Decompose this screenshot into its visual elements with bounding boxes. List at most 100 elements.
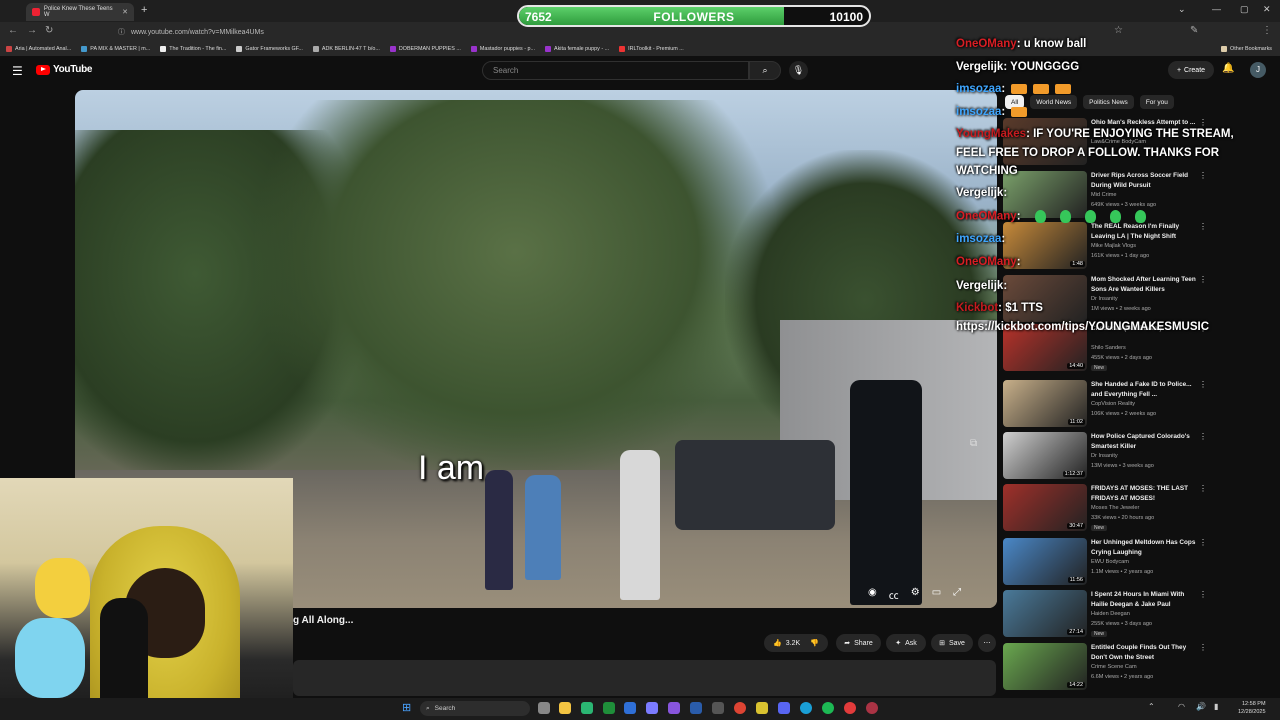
settings-gear-icon[interactable]: ⚙	[911, 587, 920, 602]
chevron-down-icon[interactable]: ⌄	[1178, 4, 1186, 15]
search-button[interactable]: ⌕	[749, 61, 781, 80]
video-thumbnail[interactable]: 11:02	[1003, 380, 1087, 427]
recommended-video-title[interactable]: I Spent 24 Hours In Miami With Hailie De…	[1091, 590, 1201, 609]
video-thumbnail[interactable]: 1:12:37	[1003, 432, 1087, 479]
recommended-video[interactable]: 27:14 I Spent 24 Hours In Miami With Hail…	[1003, 590, 1213, 638]
app-icon[interactable]	[866, 702, 878, 714]
close-window-button[interactable]: ✕	[1263, 4, 1271, 15]
chat-message: imsozaa:	[956, 233, 1005, 245]
system-clock[interactable]: 12:58 PM 12/28/2025	[1238, 700, 1266, 717]
chat-text: :	[1016, 256, 1021, 268]
battery-icon[interactable]: ▮	[1214, 702, 1218, 711]
miniplayer-icon[interactable]: ⧉	[970, 438, 977, 449]
extensions-icon[interactable]: ✎	[1190, 25, 1198, 36]
autoplay-toggle-icon[interactable]: ◉	[868, 587, 877, 602]
bookmark-item[interactable]: Akita female puppy - ...	[545, 46, 609, 52]
app-icon[interactable]	[624, 702, 636, 714]
reload-icon[interactable]: ↻	[45, 25, 53, 36]
video-thumbnail[interactable]: 27:14	[1003, 590, 1087, 637]
more-actions-button[interactable]: ⋯	[978, 634, 996, 652]
app-icon[interactable]	[581, 702, 593, 714]
bookmark-item[interactable]: The Tradition - The fin...	[160, 46, 226, 52]
bookmark-item[interactable]: Gator Frameworks GF...	[236, 46, 303, 52]
recommended-video-title[interactable]: She Handed a Fake ID to Police... and Ev…	[1091, 380, 1201, 399]
discord-icon[interactable]	[778, 702, 790, 714]
video-thumbnail[interactable]: 14:22	[1003, 643, 1087, 690]
bookmark-item[interactable]: DOBERMAN PUPPIES ...	[389, 46, 461, 52]
close-tab-icon[interactable]: ✕	[122, 8, 128, 16]
recommended-video[interactable]: 30:47 FRIDAYS AT MOSES: THE LAST FRIDAYS …	[1003, 484, 1213, 532]
description-box[interactable]	[293, 660, 996, 696]
recommended-video[interactable]: 11:56 Her Unhinged Meltdown Has Cops Cryi…	[1003, 538, 1213, 586]
spotify-icon[interactable]	[822, 702, 834, 714]
url-field[interactable]: ⓘ www.youtube.com/watch?v=MMilkea4UMs	[118, 25, 678, 39]
bookmark-item[interactable]: Mastador puppies - p...	[470, 46, 535, 52]
edge-icon[interactable]	[800, 702, 812, 714]
channel-name[interactable]: Moses The Jeweler	[1091, 505, 1139, 511]
app-icon[interactable]	[844, 702, 856, 714]
recommended-video-title[interactable]: How Police Captured Colorado's Smartest …	[1091, 432, 1201, 451]
save-button[interactable]: ⊞ Save	[931, 634, 973, 652]
channel-name[interactable]: Crime Scene Cam	[1091, 664, 1137, 670]
ask-button[interactable]: ✦ Ask	[886, 634, 926, 652]
forward-icon[interactable]: →	[27, 25, 37, 36]
recommended-video[interactable]: 14:22 Entitled Couple Finds Out They Don'…	[1003, 643, 1213, 691]
fullscreen-icon[interactable]: ⤢	[953, 587, 961, 602]
app-icon[interactable]	[668, 702, 680, 714]
video-thumbnail[interactable]: 30:47	[1003, 484, 1087, 531]
recommended-video-title[interactable]: FRIDAYS AT MOSES: THE LAST FRIDAYS AT MO…	[1091, 484, 1201, 503]
more-vertical-icon[interactable]: ⋮	[1199, 538, 1207, 547]
search-input[interactable]: Search	[482, 61, 749, 80]
hamburger-menu-icon[interactable]: ☰	[12, 64, 23, 78]
like-dislike-button[interactable]: 👍 3.2K 👎	[764, 634, 828, 652]
recommended-video[interactable]: 1:12:37 How Police Captured Colorado's Sm…	[1003, 432, 1213, 480]
more-vertical-icon[interactable]: ⋮	[1199, 432, 1207, 441]
more-vertical-icon[interactable]: ⋮	[1199, 643, 1207, 652]
thumbs-down-icon[interactable]: 👎	[810, 639, 819, 647]
share-button[interactable]: ➦ Share	[836, 634, 881, 652]
captions-icon[interactable]: ㏄	[889, 587, 899, 602]
back-icon[interactable]: ←	[8, 25, 18, 36]
video-thumbnail[interactable]: 11:56	[1003, 538, 1087, 585]
channel-name[interactable]: CopVision Reality	[1091, 401, 1135, 407]
app-icon[interactable]	[712, 702, 724, 714]
voice-search-button[interactable]: 🎙	[789, 61, 808, 80]
recommended-video-title[interactable]: Entitled Couple Finds Out They Don't Own…	[1091, 643, 1201, 662]
recommended-video[interactable]: 11:02 She Handed a Fake ID to Police... a…	[1003, 380, 1213, 428]
app-icon[interactable]	[646, 702, 658, 714]
channel-name[interactable]: EWU Bodycam	[1091, 559, 1129, 565]
theater-mode-icon[interactable]: ▭	[932, 587, 941, 602]
chat-message: imsozaa:	[956, 106, 1028, 118]
network-icon[interactable]: ◠	[1178, 702, 1185, 711]
maximize-button[interactable]: ▢	[1240, 4, 1249, 15]
task-view-icon[interactable]	[538, 702, 550, 714]
app-icon[interactable]	[756, 702, 768, 714]
channel-name[interactable]: Haiden Deegan	[1091, 611, 1130, 617]
volume-icon[interactable]: 🔊	[1196, 702, 1206, 711]
chrome-icon[interactable]	[734, 702, 746, 714]
youtube-logo[interactable]: YouTube	[36, 64, 93, 75]
stream-chat-overlay: OneOMany: u know ball Vergelijk: YOUNGGGG…	[956, 38, 1276, 348]
app-icon[interactable]	[690, 702, 702, 714]
xbox-icon[interactable]	[603, 702, 615, 714]
channel-name[interactable]: Dr Insanity	[1091, 453, 1118, 459]
bookmark-item[interactable]: ADK BERLIN-47 T b/o...	[312, 46, 380, 52]
more-vertical-icon[interactable]: ⋮	[1199, 380, 1207, 389]
bookmark-star-icon[interactable]: ☆	[1114, 25, 1123, 36]
more-vertical-icon[interactable]: ⋮	[1199, 484, 1207, 493]
bookmark-item[interactable]: IRLToolkit - Premium ...	[619, 46, 684, 52]
taskbar-search[interactable]: ⌕ Search	[420, 701, 530, 716]
chat-message: https://kickbot.com/tips/YOUNGMAKESMUSIC	[956, 321, 1209, 333]
windows-start-icon[interactable]: ⊞	[402, 701, 411, 714]
more-vertical-icon[interactable]: ⋮	[1199, 590, 1207, 599]
browser-menu-icon[interactable]: ⋮	[1262, 25, 1272, 36]
bookmark-item[interactable]: PA MIX & MASTER | m...	[81, 46, 150, 52]
browser-tab[interactable]: Police Knew These Teens W ✕	[26, 3, 134, 21]
site-info-icon[interactable]: ⓘ	[118, 27, 125, 37]
minimize-button[interactable]: —	[1212, 4, 1221, 14]
recommended-video-title[interactable]: Her Unhinged Meltdown Has Cops Crying La…	[1091, 538, 1201, 557]
new-tab-button[interactable]: +	[141, 4, 147, 16]
bookmark-item[interactable]: Aria | Automated Anal...	[6, 46, 71, 52]
system-tray-chevron-icon[interactable]: ⌃	[1148, 702, 1155, 711]
file-explorer-icon[interactable]	[559, 702, 571, 714]
